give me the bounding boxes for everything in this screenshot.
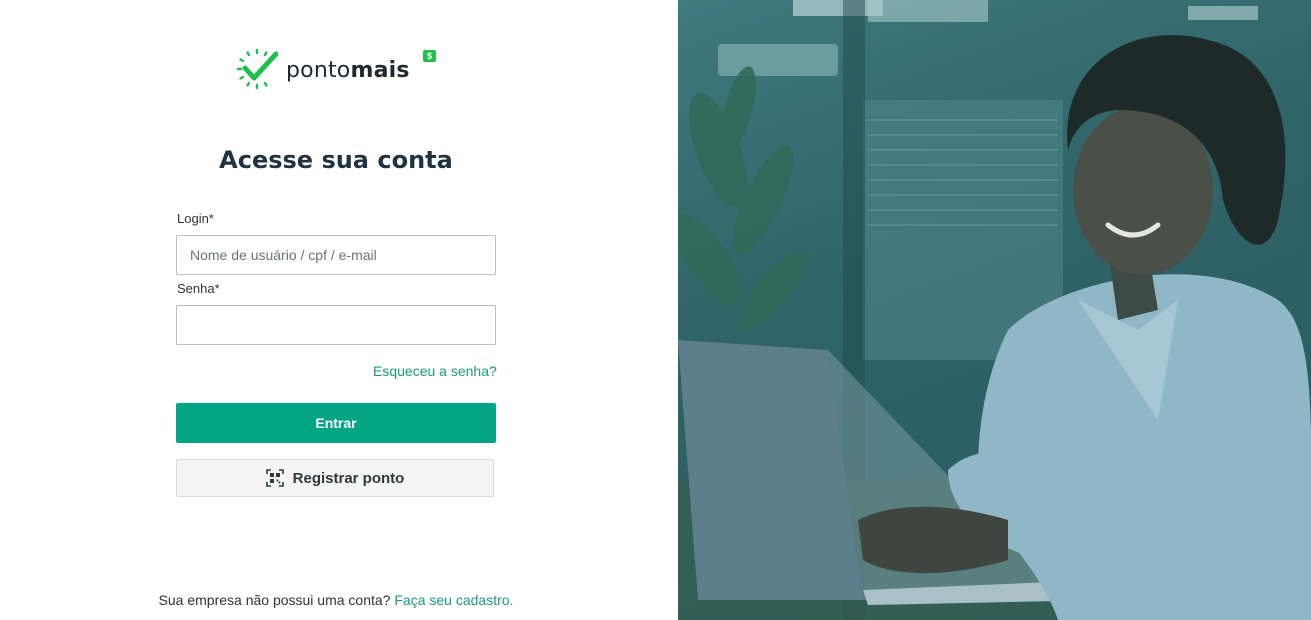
logo-wordmark-bold: mais	[350, 57, 410, 83]
signup-link[interactable]: Faça seu cadastro.	[394, 592, 513, 608]
login-submit-button[interactable]: Entrar	[176, 403, 496, 443]
logo-wordmark: pontomais	[286, 58, 410, 83]
logo-wordmark-regular: ponto	[286, 57, 351, 83]
password-input[interactable]	[176, 305, 496, 345]
login-label: Login*	[177, 211, 214, 226]
clock-check-icon	[236, 48, 278, 90]
woman-at-laptop-illustration	[678, 0, 1311, 620]
register-punch-button[interactable]: Registrar ponto	[176, 459, 494, 497]
signup-footer: Sua empresa não possui uma conta? Faça s…	[0, 592, 672, 608]
forgot-password-link[interactable]: Esqueceu a senha?	[373, 363, 497, 379]
hero-photo	[678, 0, 1311, 620]
login-page: pontomais $ Acesse sua conta Login* Senh…	[0, 0, 1311, 620]
page-title: Acesse sua conta	[219, 146, 453, 174]
pontomais-logo: pontomais $	[236, 48, 436, 92]
logo-badge-icon: $	[423, 50, 436, 62]
login-input[interactable]	[176, 235, 496, 275]
qr-scan-icon	[265, 469, 284, 487]
register-punch-label: Registrar ponto	[292, 469, 405, 487]
password-label: Senha*	[177, 281, 220, 296]
login-panel: pontomais $ Acesse sua conta Login* Senh…	[0, 0, 678, 620]
signup-question: Sua empresa não possui uma conta?	[158, 592, 391, 608]
